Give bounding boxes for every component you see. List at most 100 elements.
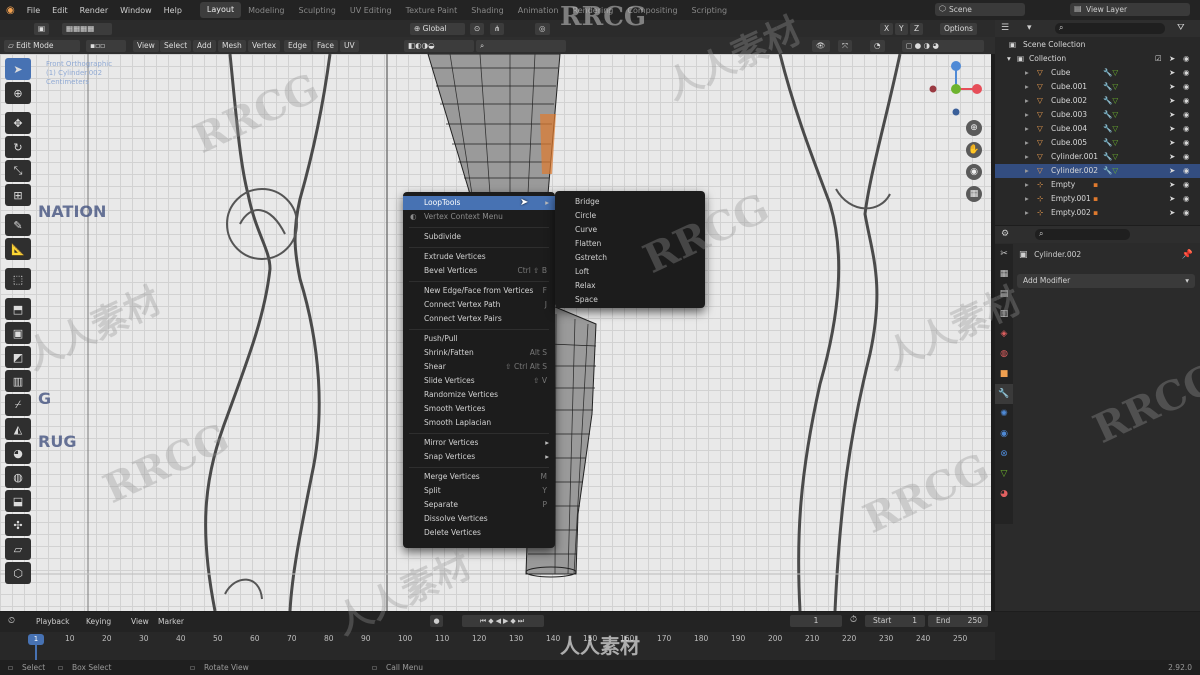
outliner-scene-collection[interactable]: ▣ Scene Collection <box>995 38 1200 52</box>
eye-icon[interactable]: ◉ <box>1183 206 1190 220</box>
tab-modeling[interactable]: Modeling <box>241 6 291 15</box>
axis-x-toggle[interactable]: X <box>880 23 894 35</box>
expand-arrow-icon[interactable]: ▸ <box>1025 192 1029 206</box>
select-arrow-icon[interactable]: ➤ <box>1169 66 1175 80</box>
jump-end-icon[interactable]: ⏭ <box>518 617 526 625</box>
select-box-icon[interactable]: ➤ <box>5 58 31 80</box>
image-data-icon[interactable]: ▪ <box>1093 206 1098 220</box>
mesh-data-icon[interactable]: 🔧▽ <box>1103 94 1118 108</box>
rip-icon[interactable]: ⬡ <box>5 562 31 584</box>
menu-view[interactable]: View <box>133 40 159 52</box>
options-dropdown[interactable]: Options <box>940 23 977 35</box>
eye-icon[interactable]: ◉ <box>1183 136 1190 150</box>
menu-file[interactable]: File <box>21 6 46 15</box>
zoom-icon[interactable]: ⊕ <box>966 120 982 136</box>
transform-icon[interactable]: ⊞ <box>5 184 31 206</box>
outliner-collection[interactable]: ▾ ▣ Collection ☑ ➤ ◉ <box>995 52 1200 66</box>
looptools-item-circle[interactable]: Circle <box>555 209 705 223</box>
proportional-edit-icon[interactable]: ◎ <box>535 23 550 35</box>
timeline-menu-view[interactable]: View <box>131 617 149 626</box>
smooth-icon[interactable]: ◍ <box>5 466 31 488</box>
context-menu-item[interactable]: Slide Vertices ⇧ V <box>403 374 555 388</box>
menu-vertex[interactable]: Vertex <box>248 40 281 52</box>
menu-add[interactable]: Add <box>193 40 216 52</box>
context-menu-item[interactable]: Extrude Vertices <box>403 250 555 264</box>
context-menu-item[interactable]: New Edge/Face from Vertices F <box>403 284 555 298</box>
looptools-item-curve[interactable]: Curve <box>555 223 705 237</box>
add-cube-icon[interactable]: ⬚ <box>5 268 31 290</box>
select-arrow-icon[interactable]: ➤ <box>1169 136 1175 150</box>
extrude-icon[interactable]: ⬒ <box>5 298 31 320</box>
outliner-item[interactable]: ▸ ▽ Cylinder.001 🔧▽ ➤ ◉ <box>995 150 1200 164</box>
add-modifier-dropdown[interactable]: Add Modifier ▾ <box>1017 274 1195 288</box>
end-frame-field[interactable]: End 250 <box>928 615 988 627</box>
context-menu-item[interactable]: Connect Vertex Path J <box>403 298 555 312</box>
expand-arrow-icon[interactable]: ▸ <box>1025 164 1029 178</box>
eye-icon[interactable]: ◉ <box>1183 94 1190 108</box>
edge-slide-icon[interactable]: ⬓ <box>5 490 31 512</box>
play-reverse-icon[interactable]: ◀ <box>496 617 503 625</box>
shrink-fatten-icon[interactable]: ✣ <box>5 514 31 536</box>
current-frame-field[interactable]: 1 <box>790 615 842 627</box>
select-arrow-icon[interactable]: ➤ <box>1169 80 1175 94</box>
context-menu-item[interactable]: Snap Vertices ▸ <box>403 450 555 464</box>
axis-y-toggle[interactable]: Y <box>895 23 908 35</box>
mesh-data-icon[interactable]: 🔧▽ <box>1103 136 1118 150</box>
outliner-item[interactable]: ▸ ▽ Cube.001 🔧▽ ➤ ◉ <box>995 80 1200 94</box>
start-frame-field[interactable]: Start 1 <box>865 615 925 627</box>
menu-edge[interactable]: Edge <box>284 40 311 52</box>
overlay-toggle-icon[interactable]: ◔ <box>870 40 885 52</box>
properties-editor-icon[interactable]: ⚙ <box>1001 229 1009 239</box>
outliner-search-input[interactable]: ⌕ <box>1055 23 1165 34</box>
bevel-icon[interactable]: ◩ <box>5 346 31 368</box>
mesh-data-icon[interactable]: 🔧▽ <box>1103 66 1118 80</box>
context-menu-item[interactable]: LoopTools ▸ <box>403 196 555 210</box>
timeline-editor-icon[interactable]: ⏲ <box>8 616 15 626</box>
material-tab-icon[interactable]: ◕ <box>995 484 1013 504</box>
funnel-icon[interactable]: ⛛ <box>1177 23 1185 33</box>
record-button[interactable]: ● <box>430 615 443 627</box>
context-menu-item[interactable]: Smooth Vertices <box>403 402 555 416</box>
context-menu-item[interactable]: Mirror Vertices ▸ <box>403 436 555 450</box>
physics-tab-icon[interactable]: ◉ <box>995 424 1013 444</box>
data-tab-icon[interactable]: ▽ <box>995 464 1013 484</box>
eye-icon[interactable]: ◉ <box>1183 178 1190 192</box>
tab-texture-paint[interactable]: Texture Paint <box>399 6 465 15</box>
expand-arrow-icon[interactable]: ▸ <box>1025 122 1029 136</box>
world-tab-icon[interactable]: ◍ <box>995 344 1013 364</box>
context-menu-item[interactable]: Connect Vertex Pairs <box>403 312 555 326</box>
gizmo-neg-x-handle[interactable] <box>929 85 937 93</box>
pivot-icon[interactable]: ⊙ <box>470 23 485 35</box>
menu-render[interactable]: Render <box>74 6 114 15</box>
expand-arrow-icon[interactable]: ▸ <box>1025 108 1029 122</box>
context-menu-item[interactable]: Smooth Laplacian <box>403 416 555 430</box>
eye-icon[interactable]: ◉ <box>1183 80 1190 94</box>
eye-icon[interactable]: ◉ <box>1183 52 1190 66</box>
expand-arrow-icon[interactable]: ▸ <box>1025 94 1029 108</box>
camera-view-icon[interactable]: ◉ <box>966 164 982 180</box>
select-arrow-icon[interactable]: ➤ <box>1169 192 1175 206</box>
menu-window[interactable]: Window <box>114 6 158 15</box>
mesh-data-icon[interactable]: 🔧▽ <box>1103 150 1118 164</box>
tab-compositing[interactable]: Compositing <box>620 6 684 15</box>
select-mode-icon[interactable]: ▣ <box>34 23 50 35</box>
pan-hand-icon[interactable]: ✋ <box>966 142 982 158</box>
context-menu-item[interactable]: Shrink/Fatten Alt S <box>403 346 555 360</box>
ortho-grid-icon[interactable]: ▦ <box>966 186 982 202</box>
properties-search-input[interactable]: ⌕ <box>1035 229 1130 240</box>
spin-icon[interactable]: ◕ <box>5 442 31 464</box>
context-menu-item[interactable]: Randomize Vertices <box>403 388 555 402</box>
poly-build-icon[interactable]: ◭ <box>5 418 31 440</box>
mesh-data-icon[interactable]: 🔧▽ <box>1103 80 1118 94</box>
scene-selector[interactable]: ⬡ Scene <box>935 3 1025 16</box>
select-arrow-icon[interactable]: ➤ <box>1169 150 1175 164</box>
mesh-data-icon[interactable]: 🔧▽ <box>1103 108 1118 122</box>
view-layer-selector[interactable]: ▤ View Layer <box>1070 3 1190 16</box>
viewport-search[interactable]: ⌕ <box>476 40 566 52</box>
playhead-marker[interactable]: 1 <box>28 634 44 645</box>
view-layer-tab-icon[interactable]: ▥ <box>995 304 1013 324</box>
timeline-menu-keying[interactable]: Keying <box>86 617 111 626</box>
scale-icon[interactable]: ⤡ <box>5 160 31 182</box>
mesh-data-icon[interactable]: 🔧▽ <box>1103 164 1118 178</box>
select-arrow-icon[interactable]: ➤ <box>1169 178 1175 192</box>
